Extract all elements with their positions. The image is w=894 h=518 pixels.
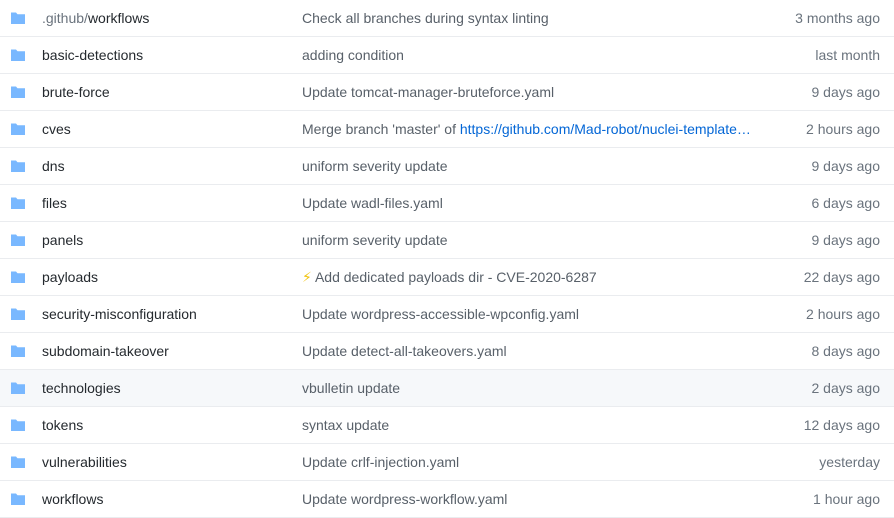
folder-icon xyxy=(10,48,26,62)
commit-age: 8 days ago xyxy=(811,343,881,359)
commit-age: 2 hours ago xyxy=(806,121,880,137)
file-row: .github/workflows Check all branches dur… xyxy=(0,0,894,37)
commit-message-link[interactable]: Merge branch 'master' of https://github.… xyxy=(302,121,764,137)
commit-age: 9 days ago xyxy=(811,232,881,248)
commit-message-link[interactable]: syntax update xyxy=(302,417,764,433)
commit-age: 6 days ago xyxy=(811,195,881,211)
commit-age: 2 days ago xyxy=(811,380,881,396)
commit-age: 2 hours ago xyxy=(806,306,880,322)
commit-message-link[interactable]: Update detect-all-takeovers.yaml xyxy=(302,343,764,359)
file-name-link[interactable]: tokens xyxy=(42,417,83,433)
commit-age: 3 months ago xyxy=(795,10,880,26)
file-row: cves Merge branch 'master' of https://gi… xyxy=(0,111,894,148)
commit-message-link[interactable]: uniform severity update xyxy=(302,232,764,248)
commit-age: 1 hour ago xyxy=(813,491,880,507)
commit-age: 12 days ago xyxy=(803,417,880,433)
commit-message-link[interactable]: Update wordpress-accessible-wpconfig.yam… xyxy=(302,306,764,322)
file-name-link[interactable]: payloads xyxy=(42,269,98,285)
commit-message-link[interactable]: vbulletin update xyxy=(302,380,764,396)
lightning-icon: ⚡ xyxy=(302,269,312,285)
file-name-link[interactable]: workflows xyxy=(42,491,103,507)
commit-age: last month xyxy=(815,47,880,63)
commit-age: 9 days ago xyxy=(811,84,881,100)
commit-age: yesterday xyxy=(819,454,880,470)
file-row: subdomain-takeover Update detect-all-tak… xyxy=(0,333,894,370)
commit-message-link[interactable]: ⚡ Add dedicated payloads dir - CVE-2020-… xyxy=(302,269,764,286)
commit-age: 22 days ago xyxy=(803,269,880,285)
file-name-link[interactable]: dns xyxy=(42,158,65,174)
folder-icon xyxy=(10,344,26,358)
commit-message-link[interactable]: Update wordpress-workflow.yaml xyxy=(302,491,764,507)
commit-age: 9 days ago xyxy=(811,158,881,174)
file-name-link[interactable]: security-misconfiguration xyxy=(42,306,197,322)
commit-message-link[interactable]: Update wadl-files.yaml xyxy=(302,195,764,211)
folder-icon xyxy=(10,381,26,395)
commit-message-link[interactable]: adding condition xyxy=(302,47,764,63)
file-name-link[interactable]: subdomain-takeover xyxy=(42,343,169,359)
folder-icon xyxy=(10,11,26,25)
folder-icon xyxy=(10,418,26,432)
file-name-link[interactable]: basic-detections xyxy=(42,47,143,63)
folder-icon xyxy=(10,85,26,99)
file-row-hovered: technologies vbulletin update 2 days ago xyxy=(0,370,894,407)
file-name-link[interactable]: brute-force xyxy=(42,84,110,100)
commit-url-link[interactable]: https://github.com/Mad-robot/nuclei-temp… xyxy=(460,121,751,137)
commit-message-link[interactable]: Update crlf-injection.yaml xyxy=(302,454,764,470)
folder-icon xyxy=(10,455,26,469)
file-name-link[interactable]: files xyxy=(42,195,67,211)
file-row: brute-force Update tomcat-manager-brutef… xyxy=(0,74,894,111)
commit-message-link[interactable]: Update tomcat-manager-bruteforce.yaml xyxy=(302,84,764,100)
file-row: workflows Update wordpress-workflow.yaml… xyxy=(0,481,894,518)
file-row: panels uniform severity update 9 days ag… xyxy=(0,222,894,259)
file-row: files Update wadl-files.yaml 6 days ago xyxy=(0,185,894,222)
file-row: dns uniform severity update 9 days ago xyxy=(0,148,894,185)
file-row: tokens syntax update 12 days ago xyxy=(0,407,894,444)
folder-icon xyxy=(10,307,26,321)
file-row: security-misconfiguration Update wordpre… xyxy=(0,296,894,333)
commit-message-link[interactable]: uniform severity update xyxy=(302,158,764,174)
commit-message-link[interactable]: Check all branches during syntax linting xyxy=(302,10,764,26)
folder-icon xyxy=(10,492,26,506)
file-name-link[interactable]: .github/workflows xyxy=(42,10,149,26)
file-row: vulnerabilities Update crlf-injection.ya… xyxy=(0,444,894,481)
file-row: basic-detections adding condition last m… xyxy=(0,37,894,74)
folder-icon xyxy=(10,196,26,210)
file-name-link[interactable]: cves xyxy=(42,121,71,137)
folder-icon xyxy=(10,270,26,284)
file-name-link[interactable]: vulnerabilities xyxy=(42,454,127,470)
folder-icon xyxy=(10,233,26,247)
folder-icon xyxy=(10,122,26,136)
file-list: .github/workflows Check all branches dur… xyxy=(0,0,894,518)
file-row: payloads ⚡ Add dedicated payloads dir - … xyxy=(0,259,894,296)
file-name-link[interactable]: technologies xyxy=(42,380,121,396)
file-name-link[interactable]: panels xyxy=(42,232,83,248)
folder-icon xyxy=(10,159,26,173)
